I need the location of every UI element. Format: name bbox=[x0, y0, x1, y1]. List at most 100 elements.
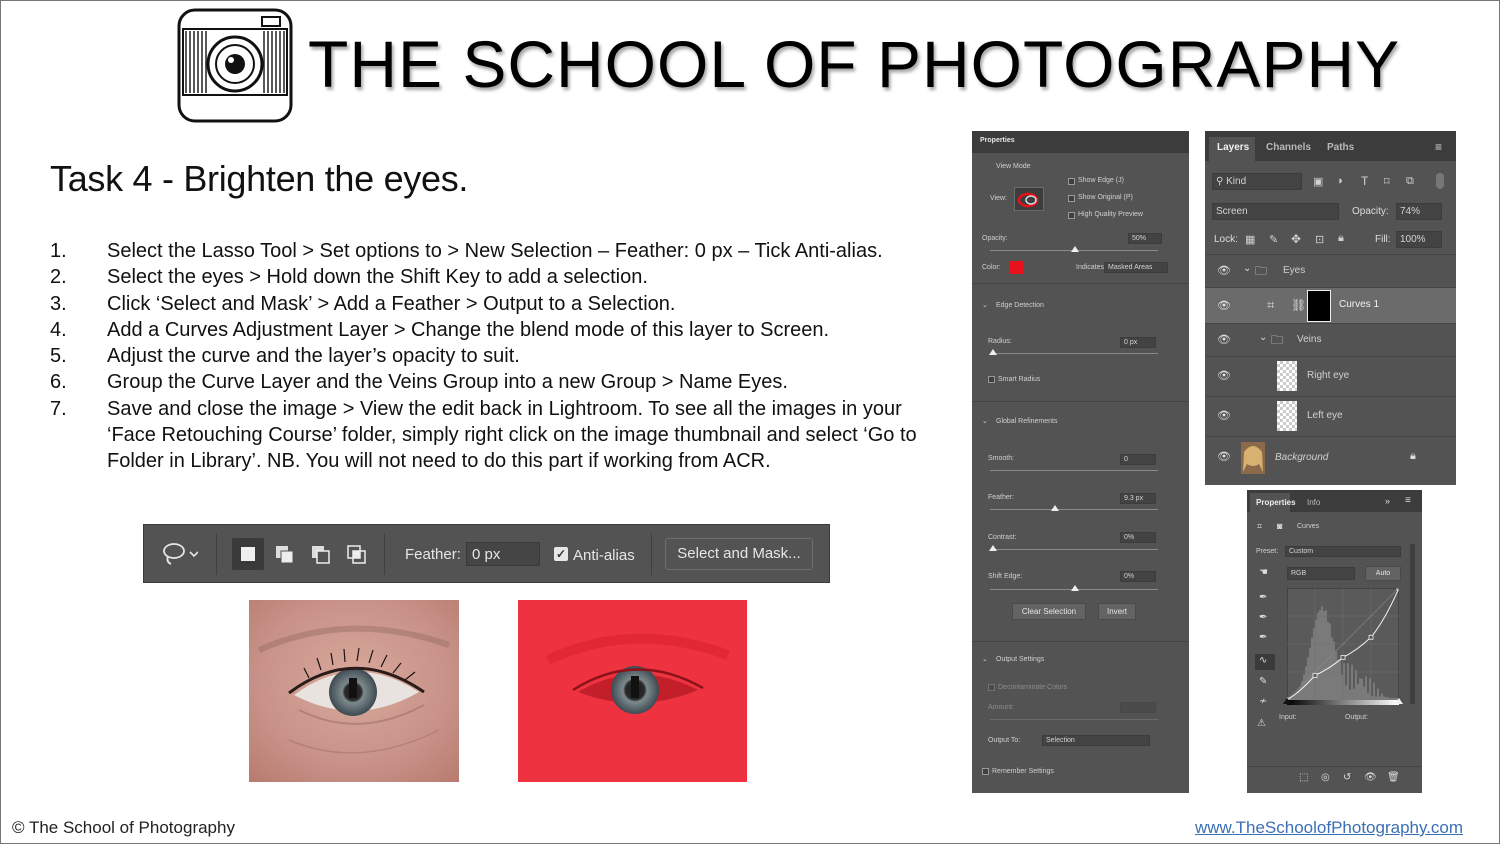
add-to-selection-icon[interactable] bbox=[274, 544, 296, 566]
radius-slider-handle[interactable] bbox=[989, 349, 997, 355]
output-to-dropdown[interactable]: Selection bbox=[1042, 735, 1150, 746]
chevron-down-icon[interactable]: ⌄ bbox=[1243, 263, 1251, 274]
tab-layers[interactable]: Layers bbox=[1217, 142, 1249, 153]
feather-input[interactable]: 0 px bbox=[466, 542, 540, 566]
feather-slider-handle[interactable] bbox=[1051, 505, 1059, 511]
amount-field[interactable] bbox=[1120, 702, 1156, 713]
indicates-dropdown[interactable]: Masked Areas bbox=[1104, 262, 1168, 273]
pencil-icon[interactable]: ✎ bbox=[1259, 676, 1267, 687]
layer-row-veins[interactable]: 👁︎ ⌄ 🗀 Veins bbox=[1205, 323, 1456, 356]
reset-icon[interactable]: ↺ bbox=[1343, 772, 1351, 783]
opacity-field[interactable]: 50% bbox=[1128, 233, 1162, 244]
filter-type-icon[interactable]: T bbox=[1361, 174, 1368, 188]
filter-shape-icon[interactable]: ⌑ bbox=[1384, 175, 1390, 188]
filter-pixel-icon[interactable]: ▣ bbox=[1313, 175, 1323, 188]
view-thumbnail[interactable] bbox=[1014, 187, 1044, 211]
tab-properties[interactable]: Properties bbox=[1256, 498, 1296, 507]
view-previous-icon[interactable]: ◎ bbox=[1321, 772, 1330, 783]
contrast-slider[interactable] bbox=[990, 549, 1158, 550]
clear-selection-button[interactable]: Clear Selection bbox=[1012, 603, 1086, 620]
layer-row-curves[interactable]: 👁︎ ⌗ ⛓︎ Curves 1 bbox=[1205, 287, 1456, 323]
radius-slider[interactable] bbox=[990, 353, 1158, 354]
radius-field[interactable]: 0 px bbox=[1120, 337, 1156, 348]
layer-row-left-eye[interactable]: 👁︎ Left eye bbox=[1205, 396, 1456, 436]
black-eyedropper-icon[interactable]: ✒ bbox=[1259, 592, 1267, 603]
smart-radius-checkbox[interactable] bbox=[988, 376, 995, 383]
preset-dropdown[interactable]: Custom bbox=[1285, 546, 1401, 557]
shift-edge-slider-handle[interactable] bbox=[1071, 585, 1079, 591]
layer-mask-thumbnail[interactable] bbox=[1307, 290, 1331, 322]
remember-settings-checkbox[interactable] bbox=[982, 768, 989, 775]
website-link[interactable]: www.TheSchoolofPhotography.com bbox=[1195, 818, 1463, 838]
blend-mode-dropdown[interactable]: Screen bbox=[1212, 203, 1339, 220]
contrast-slider-handle[interactable] bbox=[989, 545, 997, 551]
tab-info[interactable]: Info bbox=[1307, 498, 1320, 507]
smooth-slider[interactable] bbox=[990, 470, 1158, 471]
fill-field[interactable]: 100% bbox=[1396, 231, 1442, 248]
layer-row-background[interactable]: 👁︎ Background 🔒︎ bbox=[1205, 436, 1456, 478]
new-selection-button[interactable] bbox=[232, 538, 264, 570]
tab-channels[interactable]: Channels bbox=[1266, 142, 1311, 153]
lock-position-icon[interactable]: ✥ bbox=[1291, 232, 1301, 246]
feather-field[interactable]: 9.3 px bbox=[1120, 493, 1156, 504]
channel-dropdown[interactable]: RGB bbox=[1287, 567, 1355, 580]
filter-kind-dropdown[interactable]: ⚲ Kind bbox=[1212, 173, 1302, 190]
smooth-field[interactable]: 0 bbox=[1120, 454, 1156, 465]
visibility-eye-icon[interactable]: 👁︎ bbox=[1217, 369, 1231, 382]
decontaminate-checkbox[interactable] bbox=[988, 684, 995, 691]
gray-eyedropper-icon[interactable]: ✒ bbox=[1259, 612, 1267, 623]
lock-all-icon[interactable]: 🔒︎ bbox=[1338, 232, 1344, 245]
smooth-icon[interactable]: ≁ bbox=[1259, 696, 1267, 707]
filter-adjustment-icon[interactable]: ◑ bbox=[1336, 175, 1343, 187]
visibility-eye-icon[interactable]: 👁︎ bbox=[1217, 299, 1231, 312]
point-curve-tool[interactable]: ∿ bbox=[1255, 654, 1275, 670]
tab-paths[interactable]: Paths bbox=[1327, 142, 1354, 153]
visibility-eye-icon[interactable]: 👁︎ bbox=[1217, 333, 1231, 346]
black-point-slider[interactable] bbox=[1283, 698, 1291, 704]
lasso-icon[interactable] bbox=[162, 542, 198, 566]
target-adjust-icon[interactable]: ☚ bbox=[1259, 567, 1268, 578]
lock-brush-icon[interactable]: ✎ bbox=[1269, 233, 1278, 246]
panel-menu-icon[interactable]: ≡ bbox=[1405, 495, 1411, 506]
lock-artboard-icon[interactable]: ⊡ bbox=[1315, 233, 1324, 246]
trash-icon[interactable]: 🗑︎ bbox=[1387, 772, 1400, 783]
layer-row-right-eye[interactable]: 👁︎ Right eye bbox=[1205, 356, 1456, 396]
shift-edge-field[interactable]: 0% bbox=[1120, 571, 1156, 582]
intersect-selection-icon[interactable] bbox=[346, 544, 368, 566]
curve-control-point[interactable] bbox=[1340, 655, 1346, 660]
chevron-down-icon[interactable]: ⌄ bbox=[982, 301, 988, 309]
mask-icon[interactable]: ◙ bbox=[1277, 521, 1282, 531]
curve-control-point[interactable] bbox=[1368, 634, 1374, 640]
clipping-warning-icon[interactable]: ⚠ bbox=[1257, 718, 1266, 729]
overlay-color-swatch[interactable] bbox=[1010, 261, 1023, 274]
antialias-checkbox[interactable]: ✓ bbox=[554, 547, 568, 561]
white-point-slider[interactable] bbox=[1395, 698, 1403, 704]
auto-button[interactable]: Auto bbox=[1365, 566, 1401, 581]
show-original-checkbox[interactable] bbox=[1068, 195, 1075, 202]
layer-row-eyes[interactable]: 👁︎ ⌄ 🗀 Eyes bbox=[1205, 254, 1456, 287]
amount-slider[interactable] bbox=[990, 719, 1158, 720]
filter-smart-object-icon[interactable]: ⧉ bbox=[1406, 175, 1414, 188]
white-eyedropper-icon[interactable]: ✒ bbox=[1259, 632, 1267, 643]
chevron-down-icon[interactable]: ⌄ bbox=[982, 417, 988, 425]
visibility-eye-icon[interactable]: 👁︎ bbox=[1217, 264, 1231, 277]
clip-to-layer-icon[interactable]: ⬚ bbox=[1299, 772, 1308, 783]
invert-button[interactable]: Invert bbox=[1098, 603, 1136, 620]
curves-graph[interactable] bbox=[1287, 588, 1399, 700]
hq-preview-checkbox[interactable] bbox=[1068, 212, 1075, 219]
opacity-slider-handle[interactable] bbox=[1071, 246, 1079, 252]
lock-transparent-icon[interactable]: ▦ bbox=[1245, 233, 1255, 246]
collapse-icon[interactable]: » bbox=[1385, 496, 1390, 506]
select-and-mask-button[interactable]: Select and Mask... bbox=[665, 538, 813, 570]
contrast-field[interactable]: 0% bbox=[1120, 532, 1156, 543]
scrollbar[interactable] bbox=[1410, 544, 1415, 704]
subtract-from-selection-icon[interactable] bbox=[310, 544, 332, 566]
feather-slider[interactable] bbox=[990, 509, 1158, 510]
visibility-eye-icon[interactable]: 👁︎ bbox=[1364, 772, 1377, 783]
visibility-eye-icon[interactable]: 👁︎ bbox=[1217, 409, 1231, 422]
curve-control-point[interactable] bbox=[1312, 672, 1318, 678]
chevron-down-icon[interactable]: ⌄ bbox=[982, 655, 988, 663]
visibility-eye-icon[interactable]: 👁︎ bbox=[1217, 450, 1231, 463]
filter-toggle[interactable] bbox=[1436, 173, 1444, 189]
panel-menu-icon[interactable]: ≡ bbox=[1435, 140, 1442, 154]
